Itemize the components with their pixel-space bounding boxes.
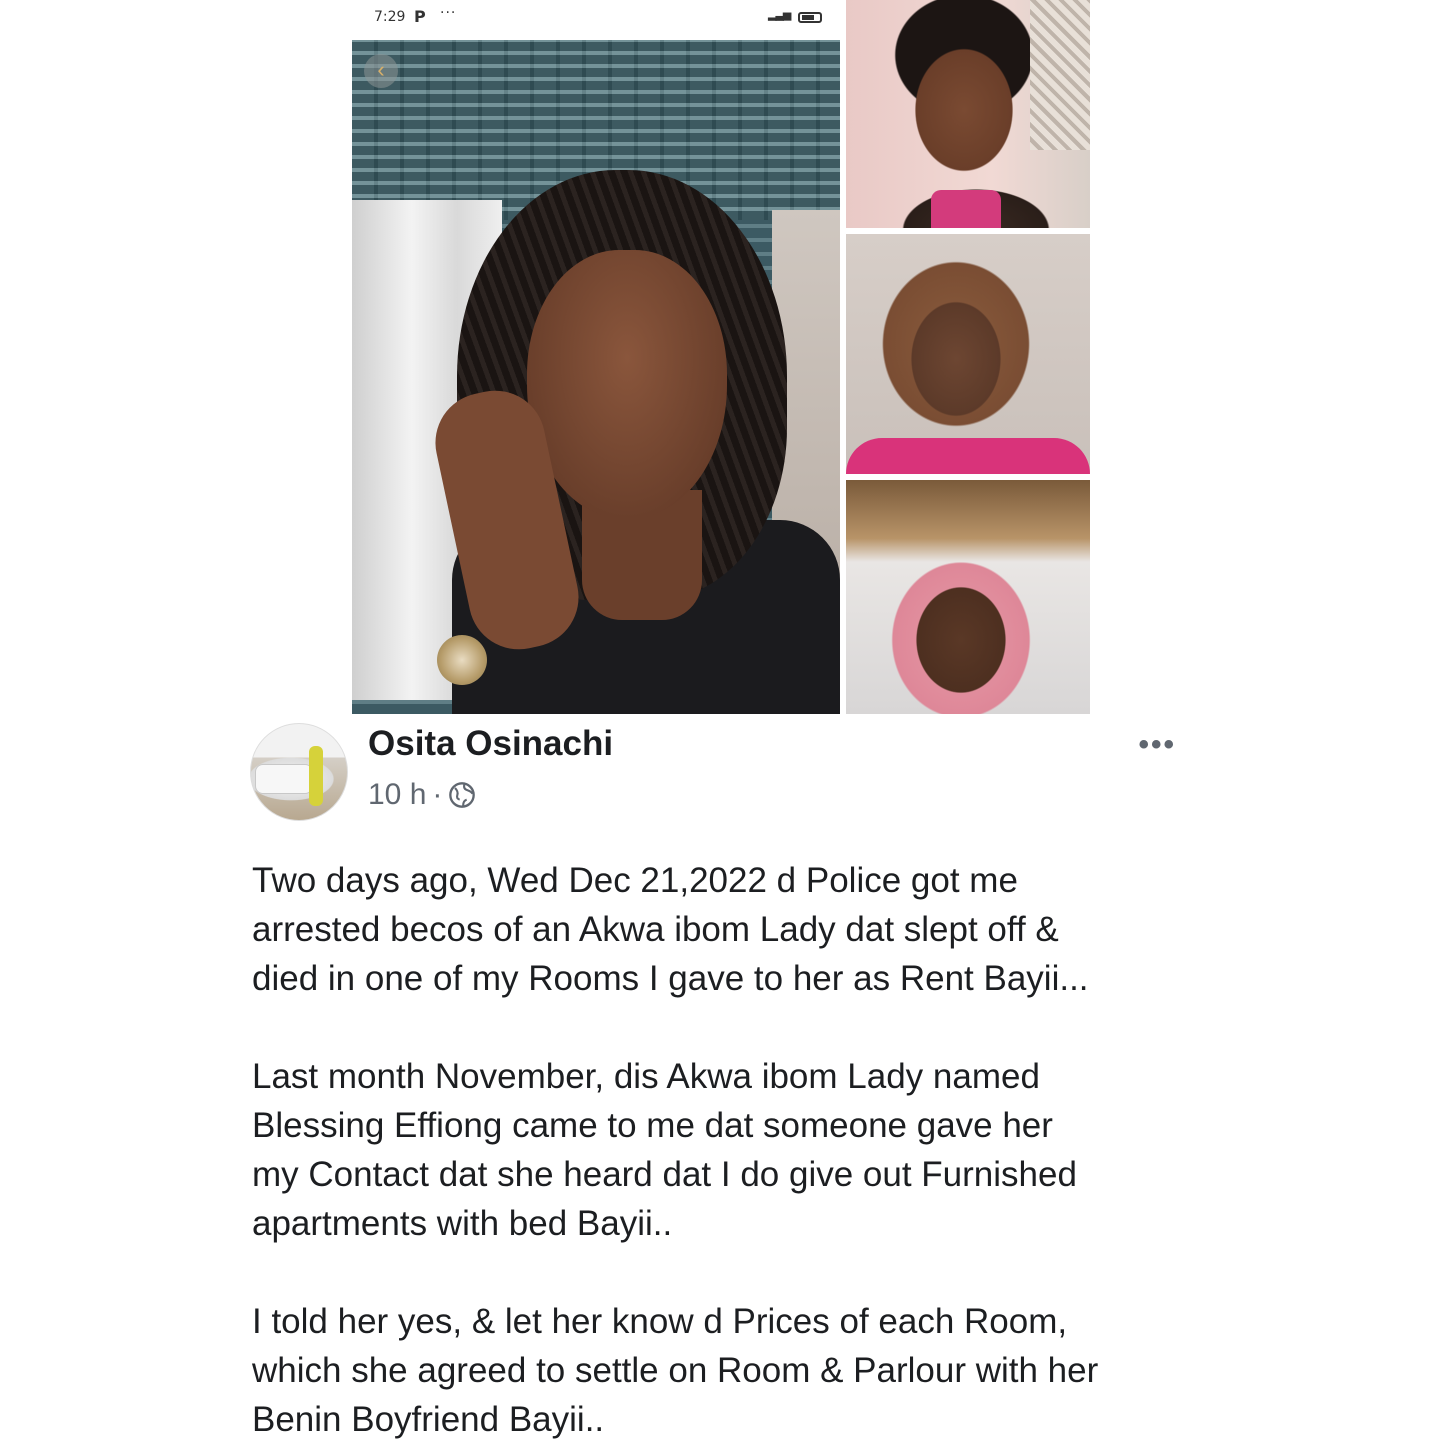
portrait-image: ‹: [352, 40, 840, 714]
globe-icon[interactable]: [448, 781, 476, 809]
main-photo[interactable]: 7:29 P ··· ▂▃▅ ‹: [352, 0, 840, 714]
meta-separator: ·: [432, 778, 443, 811]
post-paragraph-3: I told her yes, & let her know d Prices …: [252, 1302, 1099, 1439]
avatar-person: [309, 746, 323, 806]
lattice-window: [1030, 0, 1090, 150]
status-more-indicator: ···: [440, 5, 457, 21]
wristwatch: [437, 635, 487, 685]
post-timestamp[interactable]: 10 h: [368, 778, 426, 812]
avatar[interactable]: [250, 723, 348, 821]
author-name[interactable]: Osita Osinachi: [368, 724, 613, 764]
face: [527, 250, 727, 520]
side-photo-1[interactable]: [846, 0, 1090, 228]
battery-icon: [798, 12, 822, 23]
photo-collage: 7:29 P ··· ▂▃▅ ‹: [352, 0, 1090, 714]
more-options-icon[interactable]: •••: [1138, 728, 1176, 762]
page: 7:29 P ··· ▂▃▅ ‹ Osita Osinachi 10 h · •…: [0, 0, 1440, 1440]
side-photo-2[interactable]: [846, 234, 1090, 474]
avatar-car: [255, 764, 313, 794]
status-app-indicator: P: [414, 7, 426, 26]
post-paragraph-2: Last month November, dis Akwa ibom Lady …: [252, 1057, 1077, 1243]
chevron-left-icon[interactable]: ‹: [364, 54, 398, 88]
post-meta: 10 h ·: [368, 778, 476, 812]
status-time: 7:29: [374, 9, 406, 25]
post-header: Osita Osinachi 10 h · •••: [250, 720, 1190, 830]
pink-top: [846, 438, 1090, 474]
status-bar: 7:29 P ··· ▂▃▅: [352, 0, 840, 40]
post-body: Two days ago, Wed Dec 21,2022 d Police g…: [252, 856, 1212, 1440]
post-paragraph-1: Two days ago, Wed Dec 21,2022 d Police g…: [252, 861, 1089, 998]
pink-top: [931, 190, 1001, 228]
signal-icon: ▂▃▅: [768, 8, 791, 21]
side-photo-3[interactable]: [846, 480, 1090, 714]
